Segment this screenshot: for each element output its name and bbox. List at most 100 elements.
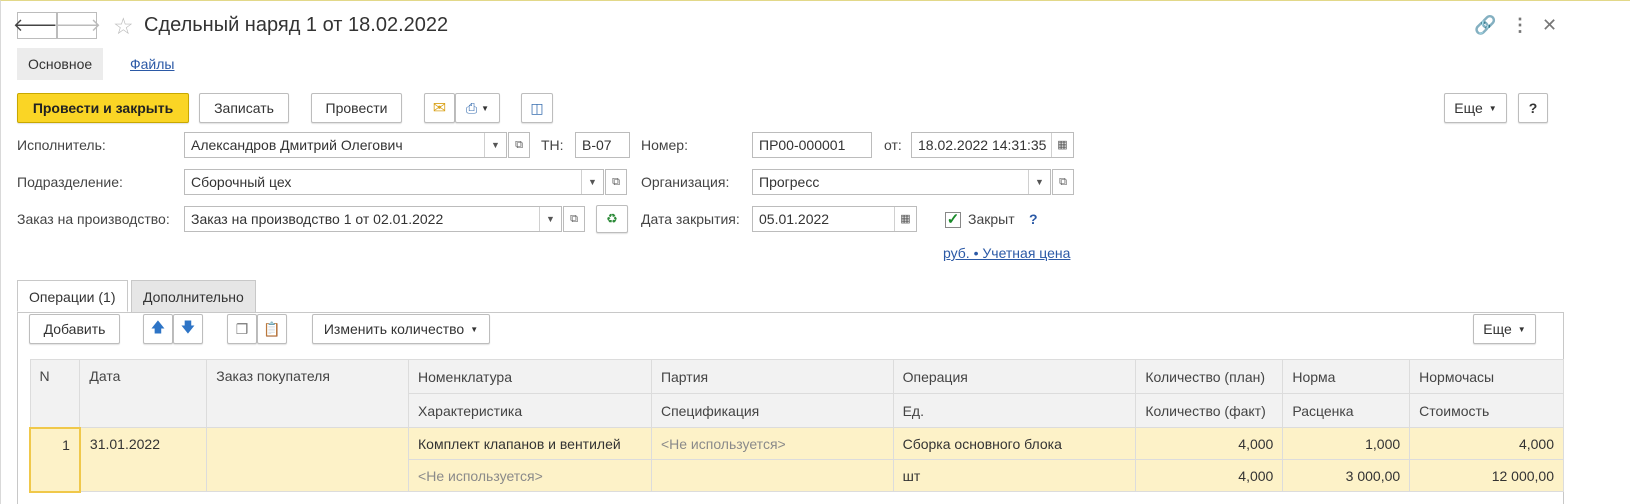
print-button[interactable]: ⎙ ▼ <box>455 93 500 123</box>
column-header[interactable]: Расценка <box>1282 393 1411 428</box>
tab-operations[interactable]: Операции (1) <box>17 280 128 312</box>
order-open-button[interactable]: ⧉ <box>563 206 585 232</box>
forward-button[interactable]: 🡒 <box>53 12 101 39</box>
table-header-row-1: N Дата Заказ покупателя Номенклатура Пар… <box>29 359 1564 428</box>
order-label: Заказ на производство: <box>17 211 170 227</box>
vertical-dots-icon[interactable]: ⋮ <box>1511 15 1529 36</box>
row-number[interactable]: 1 <box>29 426 81 493</box>
row-batch[interactable]: <Не используется> <box>650 427 894 460</box>
column-header[interactable]: Нормочасы <box>1409 359 1564 394</box>
row-qty-fact[interactable]: 4,000 <box>1135 459 1284 492</box>
calendar-icon[interactable]: ▦ <box>1051 133 1073 157</box>
table-row[interactable]: 1 31.01.2022 Комплект клапанов и вентиле… <box>29 426 1564 493</box>
row-norm[interactable]: 1,000 <box>1282 427 1411 460</box>
closed-label: Закрыт <box>968 211 1015 227</box>
column-header[interactable]: Ед. <box>892 393 1137 428</box>
more-button-label: Еще <box>1454 100 1483 116</box>
panel-more-label: Еще <box>1483 321 1512 337</box>
number-label: Номер: <box>641 137 688 153</box>
change-quantity-label: Изменить количество <box>323 321 465 337</box>
row-cost[interactable]: 12 000,00 <box>1409 459 1564 492</box>
tab-main[interactable]: Основное <box>17 48 104 80</box>
tab-files[interactable]: Файлы <box>119 48 185 80</box>
structure-button[interactable]: ◫ <box>521 93 553 123</box>
column-header[interactable]: Спецификация <box>650 393 894 428</box>
add-button[interactable]: Добавить <box>29 314 120 344</box>
operations-table: N Дата Заказ покупателя Номенклатура Пар… <box>29 359 1564 493</box>
printer-icon: ⎙ <box>465 99 478 116</box>
row-date[interactable]: 31.01.2022 <box>79 427 208 492</box>
row-customer-order[interactable] <box>206 427 410 492</box>
order-field[interactable]: Заказ на производство 1 от 02.01.2022 ▼ <box>184 206 562 232</box>
tab-extra[interactable]: Дополнительно <box>131 280 256 312</box>
date-from-value: 18.02.2022 14:31:35 <box>918 137 1047 153</box>
column-header[interactable]: Номенклатура <box>408 359 652 394</box>
close-date-field[interactable]: 05.01.2022 ▦ <box>752 206 917 232</box>
move-up-button[interactable]: 🡅 <box>143 314 173 344</box>
date-from-field[interactable]: 18.02.2022 14:31:35 ▦ <box>911 132 1074 158</box>
executor-value: Александров Дмитрий Олегович <box>191 137 403 153</box>
calendar-icon[interactable]: ▦ <box>894 207 916 231</box>
column-header[interactable]: Количество (план) <box>1135 359 1284 394</box>
paste-icon: 📋 <box>263 320 281 337</box>
change-quantity-button[interactable]: Изменить количество ▼ <box>312 314 490 344</box>
close-icon[interactable]: ✕ <box>1542 15 1557 36</box>
more-button[interactable]: Еще ▼ <box>1444 93 1507 123</box>
link-icon[interactable]: 🔗 <box>1474 15 1496 36</box>
division-field[interactable]: Сборочный цех ▼ <box>184 169 604 195</box>
close-date-value: 05.01.2022 <box>759 211 830 227</box>
row-operation[interactable]: Сборка основного блока <box>892 427 1137 460</box>
executor-open-button[interactable]: ⧉ <box>508 132 530 158</box>
row-specification[interactable] <box>650 459 894 492</box>
closed-checkbox[interactable]: ✓ <box>945 212 961 228</box>
closed-help-icon[interactable]: ? <box>1029 211 1038 227</box>
chevron-down-icon[interactable]: ▼ <box>539 207 561 231</box>
org-open-button[interactable]: ⧉ <box>1052 169 1074 195</box>
star-icon[interactable]: ☆ <box>113 13 134 40</box>
back-button[interactable]: 🡐 <box>13 12 61 39</box>
column-header[interactable]: Партия <box>650 359 894 394</box>
order-value: Заказ на производство 1 от 02.01.2022 <box>191 211 444 227</box>
org-value: Прогресс <box>759 174 820 190</box>
document-window: 🡐 🡒 ☆ Сдельный наряд 1 от 18.02.2022 🔗 ⋮… <box>0 0 1630 504</box>
chevron-down-icon[interactable]: ▼ <box>484 133 506 157</box>
column-header[interactable]: Норма <box>1282 359 1411 394</box>
panel-more-button[interactable]: Еще ▼ <box>1473 314 1536 344</box>
column-header[interactable]: Операция <box>892 359 1137 394</box>
price-type-link[interactable]: руб. • Учетная цена <box>943 245 1070 261</box>
move-down-button[interactable]: 🡇 <box>173 314 203 344</box>
column-header[interactable]: Количество (факт) <box>1135 393 1284 428</box>
save-button[interactable]: Записать <box>199 93 289 123</box>
fill-from-order-button[interactable]: ♻ <box>596 205 628 233</box>
envelope-icon: ✉ <box>432 100 447 117</box>
paste-button[interactable]: 📋 <box>257 314 287 344</box>
row-nomenclature[interactable]: Комплект клапанов и вентилей <box>408 427 652 460</box>
row-qty-plan[interactable]: 4,000 <box>1135 427 1284 460</box>
chevron-down-icon[interactable]: ▼ <box>1028 170 1050 194</box>
chevron-down-icon: ▼ <box>1517 324 1526 334</box>
org-field[interactable]: Прогресс ▼ <box>752 169 1051 195</box>
date-from-label: от: <box>884 137 902 153</box>
row-rate[interactable]: 3 000,00 <box>1282 459 1411 492</box>
copy-button[interactable]: ❐ <box>227 314 257 344</box>
column-header[interactable]: Характеристика <box>408 393 652 428</box>
column-header[interactable]: Заказ покупателя <box>206 359 410 428</box>
column-header[interactable]: Дата <box>79 359 208 428</box>
number-field[interactable]: ПР00-000001 <box>752 132 872 158</box>
row-characteristic[interactable]: <Не используется> <box>408 459 652 492</box>
chevron-down-icon[interactable]: ▼ <box>581 170 603 194</box>
division-open-button[interactable]: ⧉ <box>605 169 627 195</box>
executor-field[interactable]: Александров Дмитрий Олегович ▼ <box>184 132 507 158</box>
open-icon: ⧉ <box>1059 175 1067 188</box>
post-button[interactable]: Провести <box>311 93 402 123</box>
email-button[interactable]: ✉ <box>424 93 455 123</box>
column-header[interactable]: Стоимость <box>1409 393 1564 428</box>
division-label: Подразделение: <box>17 174 123 190</box>
help-button[interactable]: ? <box>1518 93 1548 123</box>
post-and-close-button[interactable]: Провести и закрыть <box>17 93 189 123</box>
tn-label: ТН: <box>541 137 564 153</box>
row-unit[interactable]: шт <box>892 459 1137 492</box>
row-norm-hours[interactable]: 4,000 <box>1409 427 1564 460</box>
column-header[interactable]: N <box>29 359 81 428</box>
tn-field[interactable]: В-07 <box>575 132 630 158</box>
